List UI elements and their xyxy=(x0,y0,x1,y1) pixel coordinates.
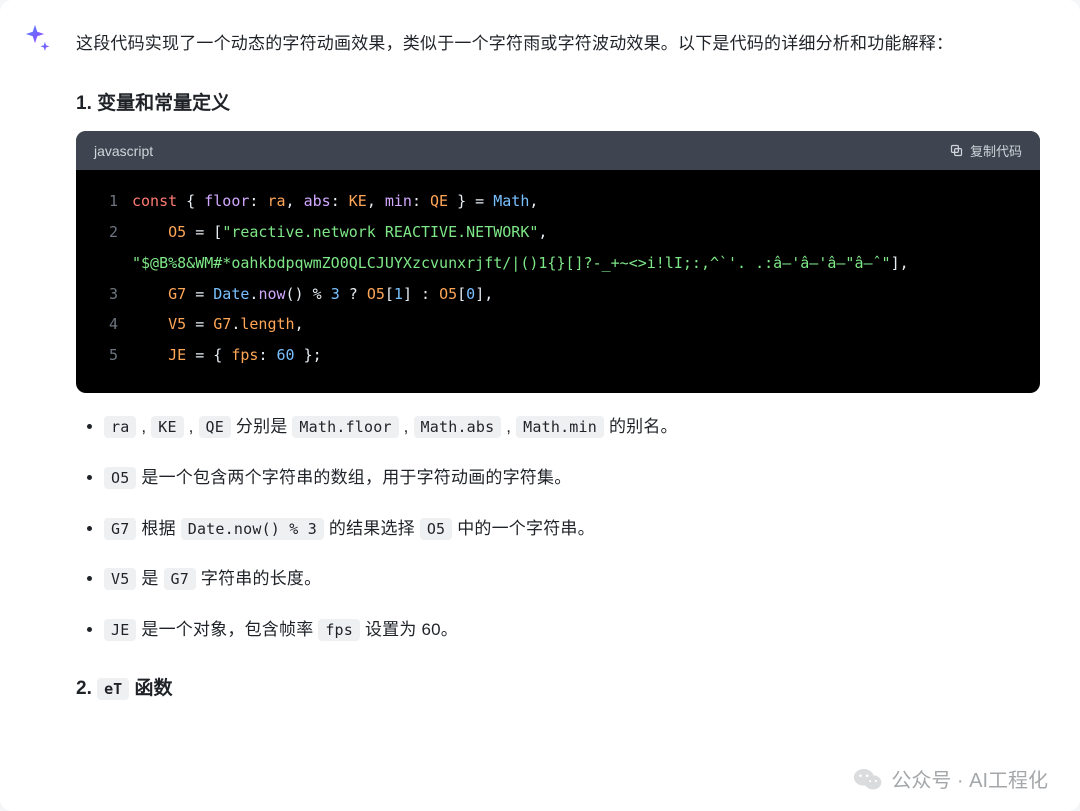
list-item: JE 是一个对象，包含帧率 fps 设置为 60。 xyxy=(104,616,1040,645)
list-item: G7 根据 Date.now() % 3 的结果选择 O5 中的一个字符串。 xyxy=(104,515,1040,544)
code-block-header: javascript 复制代码 xyxy=(76,131,1040,170)
content-column: 这段代码实现了一个动态的字符动画效果，类似于一个字符雨或字符波动效果。以下是代码… xyxy=(76,28,1040,700)
code-lang-label: javascript xyxy=(94,143,153,159)
document-page: 这段代码实现了一个动态的字符动画效果，类似于一个字符雨或字符波动效果。以下是代码… xyxy=(0,0,1080,811)
wechat-icon xyxy=(853,766,883,792)
wechat-label: 公众号 · AI工程化 xyxy=(891,764,1048,793)
intro-paragraph: 这段代码实现了一个动态的字符动画效果，类似于一个字符雨或字符波动效果。以下是代码… xyxy=(76,28,1040,60)
code-line-2-cont: "$@B%8&WM#*oahkbdpqwmZO0QLCJUYXzcvunxrjf… xyxy=(94,248,1022,279)
copy-code-label: 复制代码 xyxy=(970,141,1022,160)
wechat-attribution: 公众号 · AI工程化 xyxy=(853,764,1048,793)
section-2-heading: 2. eT 函数 xyxy=(76,673,1040,700)
code-line-2: 2 O5 = ["reactive.network REACTIVE.NETWO… xyxy=(94,217,1022,248)
list-item: V5 是 G7 字符串的长度。 xyxy=(104,565,1040,594)
code-body: 1 const { floor: ra, abs: KE, min: QE } … xyxy=(76,170,1040,393)
code-line-4: 4 V5 = G7.length, xyxy=(94,309,1022,340)
list-item: ra , KE , QE 分别是 Math.floor , Math.abs ,… xyxy=(104,413,1040,442)
explanation-list: ra , KE , QE 分别是 Math.floor , Math.abs ,… xyxy=(76,413,1040,645)
code-line-3: 3 G7 = Date.now() % 3 ? O5[1] : O5[0], xyxy=(94,279,1022,310)
code-line-5: 5 JE = { fps: 60 }; xyxy=(94,340,1022,371)
list-item: O5 是一个包含两个字符串的数组，用于字符动画的字符集。 xyxy=(104,464,1040,493)
sparkle-icon xyxy=(18,22,54,58)
code-line-1: 1 const { floor: ra, abs: KE, min: QE } … xyxy=(94,186,1022,217)
copy-code-button[interactable]: 复制代码 xyxy=(949,141,1022,160)
section-1-heading: 1. 变量和常量定义 xyxy=(76,88,1040,115)
copy-icon xyxy=(949,143,964,158)
code-block: javascript 复制代码 1 const { floor: ra, abs… xyxy=(76,131,1040,393)
